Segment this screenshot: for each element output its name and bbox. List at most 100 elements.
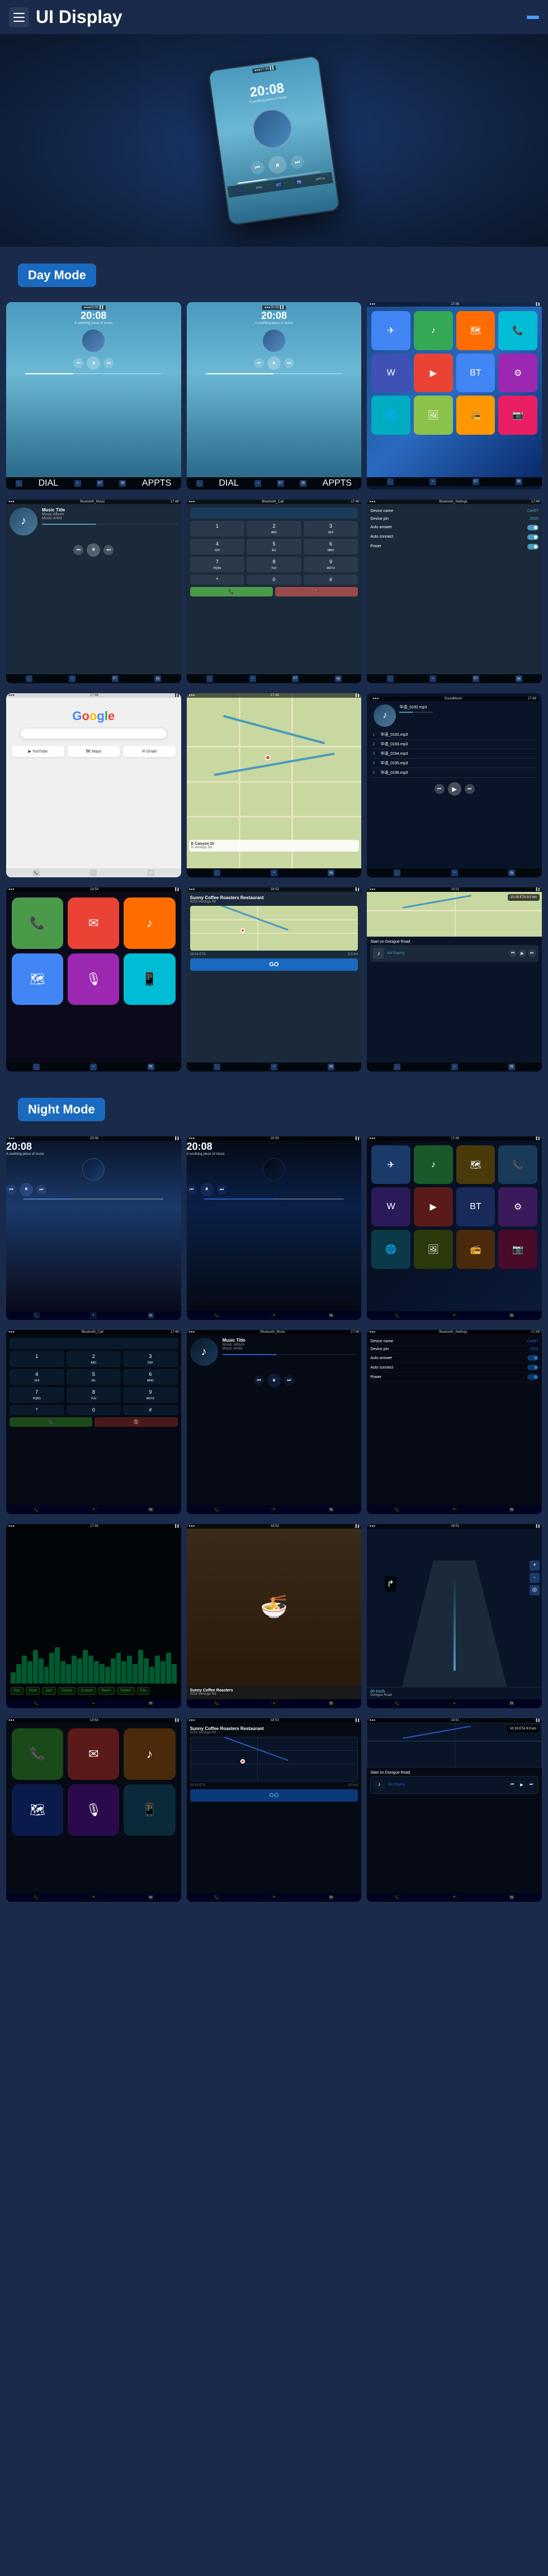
track-item-4[interactable]: 4 华语_0195.mp3 — [372, 759, 536, 768]
night-next-2[interactable]: ⏭ — [217, 1184, 227, 1195]
sm-bt[interactable]: ≈ — [451, 869, 458, 876]
social-play[interactable]: ▶ — [448, 782, 461, 796]
night-app-phone[interactable]: 📞 — [498, 1145, 537, 1184]
cp-music[interactable]: ♪ — [124, 897, 175, 949]
cp-dial[interactable]: 📞 — [33, 1064, 40, 1070]
ncp-music[interactable]: ♪ — [124, 1728, 175, 1780]
shortcut-maps[interactable]: 🗺 Maps — [68, 746, 120, 757]
nd-hash[interactable]: # — [123, 1405, 178, 1415]
nd-2[interactable]: 2ABC — [67, 1351, 121, 1367]
ncp-appstore[interactable]: 📱 — [124, 1784, 175, 1836]
night-app-browser[interactable]: 🌐 — [371, 1230, 410, 1269]
g-navi[interactable]: 🗺 — [148, 869, 154, 876]
night-power-toggle[interactable] — [527, 1374, 538, 1380]
ni-navi[interactable]: 🗺 — [508, 1312, 515, 1319]
shortcut-gmail[interactable]: ✉ Gmail — [123, 746, 176, 757]
dial-2[interactable]: 2ABC — [247, 521, 301, 537]
nsn-navi[interactable]: 🗺 — [328, 1894, 334, 1901]
menu-icon[interactable] — [9, 7, 29, 27]
bt-1[interactable]: ≈ — [74, 480, 81, 487]
night-app-bt[interactable]: BT — [456, 1187, 495, 1226]
n2-dial[interactable]: 📞 — [214, 1312, 220, 1319]
ncp-bt[interactable]: ≈ — [90, 1894, 97, 1901]
night-app-radio[interactable]: 📻 — [456, 1230, 495, 1269]
app-icon-maps[interactable]: 🗺 — [456, 311, 495, 350]
btc-navi[interactable]: BT — [292, 675, 299, 682]
nw-btn-4[interactable]: Classic — [58, 1687, 75, 1695]
night-app-settings[interactable]: ⚙ — [498, 1187, 537, 1226]
nsn-bt[interactable]: ≈ — [271, 1894, 277, 1901]
nw-btn-2[interactable]: Rock — [26, 1687, 40, 1695]
n1-bt[interactable]: ≈ — [90, 1312, 97, 1319]
app-icon-music[interactable]: ♪ — [414, 311, 453, 350]
nnp-prev[interactable]: ⏮ — [508, 1781, 516, 1789]
ns-dial[interactable]: 📞 — [394, 1506, 400, 1513]
nav-btn-center[interactable]: ◎ — [530, 1585, 540, 1595]
cp-navi[interactable]: 🗺 — [148, 1064, 154, 1070]
dial-5[interactable]: 5JKL — [247, 539, 301, 554]
cp-bt[interactable]: ≈ — [90, 1064, 97, 1070]
dial-hash[interactable]: # — [304, 575, 358, 585]
btm-dial[interactable]: 📞 — [26, 675, 32, 682]
nav-icon[interactable] — [527, 16, 539, 19]
n2-navi[interactable]: 🗺 — [328, 1312, 334, 1319]
night-end-call-btn[interactable]: 📵 — [95, 1417, 177, 1427]
app-icon-settings[interactable]: ⚙ — [498, 354, 537, 393]
night-app-telegram[interactable]: ✈ — [371, 1145, 410, 1184]
cp-phone[interactable]: 📞 — [12, 897, 63, 949]
nd-9[interactable]: 9WXYZ — [123, 1387, 178, 1403]
dial-icon[interactable]: 📞 — [235, 186, 244, 195]
nd-0[interactable]: 0 — [67, 1405, 121, 1415]
night-prev-1[interactable]: ⏮ — [6, 1184, 16, 1195]
dial-8[interactable]: 8TUV — [247, 557, 301, 572]
bt-2[interactable]: ≈ — [254, 480, 261, 487]
navi-3[interactable]: BT — [473, 478, 479, 485]
nd-8[interactable]: 8TUV — [67, 1387, 121, 1403]
night-call-btn[interactable]: 📞 — [10, 1417, 92, 1427]
go-button[interactable]: GO — [190, 958, 358, 971]
g-dial[interactable]: 📞 — [33, 869, 40, 876]
np-next[interactable]: ⏭ — [528, 949, 536, 957]
np-play[interactable]: ▶ — [518, 949, 526, 957]
nd-star[interactable]: * — [10, 1405, 64, 1415]
app-icon-bt[interactable]: BT — [456, 354, 495, 393]
nbt-play[interactable]: ⏸ — [267, 1374, 281, 1387]
m-navi[interactable]: 🗺 — [328, 869, 334, 876]
google-search-bar[interactable] — [20, 728, 167, 739]
app-icon-phone[interactable]: 📞 — [498, 311, 537, 350]
btc-map[interactable]: 🗺 — [335, 675, 342, 682]
nd-7[interactable]: 7PQRS — [10, 1387, 64, 1403]
dial-0[interactable]: 0 — [247, 575, 301, 585]
next-btn-2[interactable]: ⏭ — [284, 358, 294, 368]
bts-dial[interactable]: 📞 — [387, 675, 394, 682]
bts-bt[interactable]: ≈ — [429, 675, 436, 682]
play-btn-1[interactable]: ⏸ — [87, 356, 100, 370]
night-progress-1[interactable] — [23, 1198, 163, 1200]
dial-star[interactable]: * — [190, 575, 245, 585]
btm-map[interactable]: 🗺 — [154, 675, 161, 682]
ns-bt[interactable]: ≈ — [451, 1506, 458, 1513]
shortcut-youtube[interactable]: ▶ YouTube — [12, 746, 64, 757]
night-prev-2[interactable]: ⏮ — [187, 1184, 197, 1195]
dial-3[interactable]: 📞 — [387, 478, 394, 485]
bt-prev[interactable]: ⏮ — [73, 545, 83, 555]
track-item-2[interactable]: 2 华语_0193.mp3 — [372, 740, 536, 749]
btc-dial[interactable]: 📞 — [206, 675, 213, 682]
power-toggle[interactable] — [527, 544, 538, 549]
navi-1[interactable]: BT — [97, 480, 103, 487]
ncp-podcasts[interactable]: 🎙 — [68, 1784, 119, 1836]
ns-navi[interactable]: 🗺 — [508, 1506, 515, 1513]
night-progress-2[interactable] — [204, 1198, 344, 1200]
night-app-gallery[interactable]: 🖼 — [414, 1230, 453, 1269]
cp-podcasts[interactable]: 🎙 — [68, 953, 119, 1005]
n2-bt[interactable]: ≈ — [271, 1312, 277, 1319]
progress-1[interactable] — [25, 373, 162, 374]
nav-btn-zoom-out[interactable]: - — [530, 1573, 540, 1583]
nm-navi[interactable]: 🗺 — [328, 1506, 334, 1513]
bts-map[interactable]: 🗺 — [516, 675, 522, 682]
f-navi[interactable]: 🗺 — [328, 1700, 334, 1707]
ncp-maps[interactable]: 🗺 — [12, 1784, 63, 1836]
next-button[interactable]: ⏭ — [290, 154, 305, 170]
dial-4[interactable]: 4GHI — [190, 539, 245, 554]
app-icon-telegram[interactable]: ✈ — [371, 311, 410, 350]
